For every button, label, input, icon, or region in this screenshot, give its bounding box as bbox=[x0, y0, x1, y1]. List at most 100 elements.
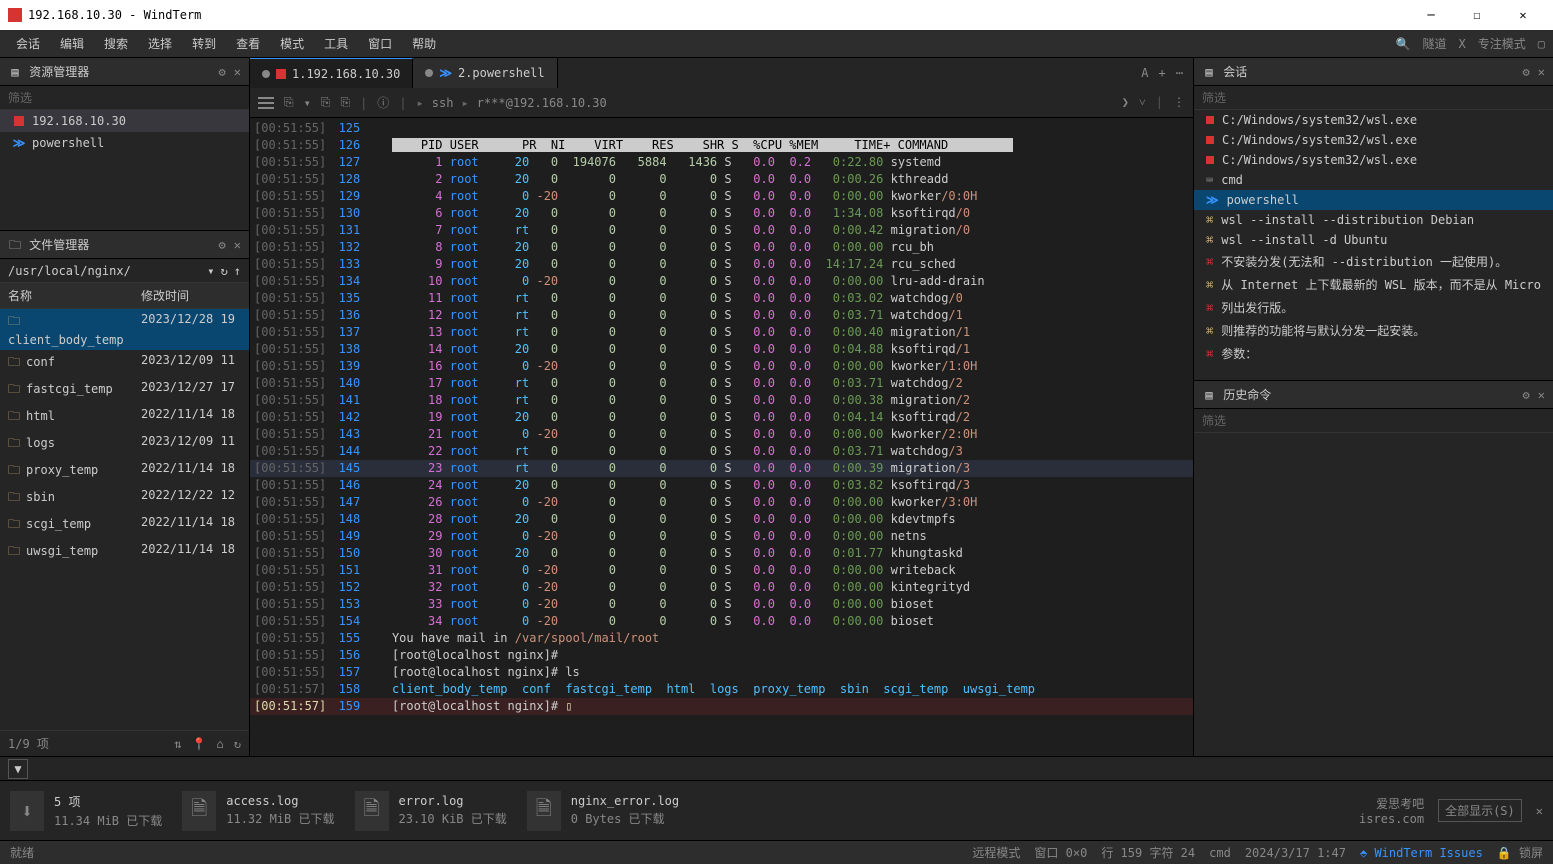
col-time[interactable]: 修改时间 bbox=[141, 287, 241, 304]
download-item[interactable]: 🗎error.log23.10 KiB 已下载 bbox=[355, 791, 507, 831]
terminal-output[interactable]: [00:51:55]125 [00:51:55]126 PID USER PR … bbox=[250, 118, 1193, 756]
pin-icon[interactable]: 📍 bbox=[192, 737, 207, 751]
session-item[interactable]: C:/Windows/system32/wsl.exe bbox=[1194, 130, 1553, 150]
status-encoding[interactable]: cmd bbox=[1209, 846, 1231, 860]
resource-filter[interactable]: 筛选 bbox=[0, 86, 249, 110]
session-item[interactable]: ⌨cmd bbox=[1194, 170, 1553, 190]
file-row[interactable]: 🗀uwsgi_temp2022/11/14 18 bbox=[0, 539, 249, 566]
folder-icon: 🗀 bbox=[8, 409, 20, 423]
session-item[interactable]: ⌘列出发行版。 bbox=[1194, 296, 1553, 319]
status-mode[interactable]: 远程模式 bbox=[972, 844, 1020, 861]
download-item[interactable]: 🗎access.log11.32 MiB 已下载 bbox=[182, 791, 334, 831]
menu-工具[interactable]: 工具 bbox=[316, 31, 356, 56]
menu-转到[interactable]: 转到 bbox=[184, 31, 224, 56]
dl-info: 11.32 MiB 已下载 bbox=[226, 810, 334, 827]
more-icon[interactable]: ⋮ bbox=[1173, 95, 1185, 110]
chevron-down-icon[interactable]: ▾ bbox=[207, 264, 214, 278]
download-icon[interactable]: ⬇ bbox=[10, 791, 44, 831]
menu-搜索[interactable]: 搜索 bbox=[96, 31, 136, 56]
site-name: 爱思考吧 bbox=[1359, 795, 1424, 812]
menu-查看[interactable]: 查看 bbox=[228, 31, 268, 56]
show-all-button[interactable]: 全部显示(S) bbox=[1438, 799, 1522, 822]
file-row[interactable]: 🗀html2022/11/14 18 bbox=[0, 404, 249, 431]
lock-button[interactable]: 🔒 锁屏 bbox=[1497, 844, 1543, 861]
chevron-down-icon[interactable]: ˅ bbox=[1139, 95, 1146, 110]
session-item[interactable]: ⌘wsl --install --distribution Debian bbox=[1194, 210, 1553, 230]
menu-帮助[interactable]: 帮助 bbox=[404, 31, 444, 56]
new-icon[interactable]: ⎘ bbox=[340, 95, 350, 110]
hamburger-icon[interactable] bbox=[258, 97, 274, 109]
maximize-button[interactable]: ☐ bbox=[1455, 0, 1499, 30]
minimize-button[interactable]: ─ bbox=[1409, 0, 1453, 30]
session-item[interactable]: ⌘则推荐的功能将与默认分发一起安装。 bbox=[1194, 319, 1553, 342]
x-menu[interactable]: X bbox=[1459, 37, 1466, 51]
menu-编辑[interactable]: 编辑 bbox=[52, 31, 92, 56]
close-downloads-icon[interactable]: ✕ bbox=[1536, 804, 1543, 818]
titlebar: 192.168.10.30 - WindTerm ─ ☐ ✕ bbox=[0, 0, 1553, 30]
info-icon[interactable]: ⓘ bbox=[377, 94, 389, 111]
session-item[interactable]: ⌘wsl --install -d Ubuntu bbox=[1194, 230, 1553, 250]
gear-icon[interactable]: ⚙ bbox=[1523, 65, 1530, 79]
sessions-filter[interactable]: 筛选 bbox=[1194, 86, 1553, 110]
focus-mode[interactable]: 专注模式 bbox=[1478, 35, 1526, 52]
tab-plus-icon[interactable]: + bbox=[1159, 66, 1166, 80]
copy-icon[interactable]: ⎘ bbox=[284, 95, 294, 110]
windterm-issues-link[interactable]: ⬘ WindTerm Issues bbox=[1360, 846, 1483, 860]
file-icon: 🗎 bbox=[527, 791, 561, 831]
sessions-icon: ▤ bbox=[1202, 65, 1216, 79]
red-dot-icon bbox=[1206, 116, 1214, 124]
breadcrumb-ssh[interactable]: ssh bbox=[432, 96, 454, 110]
next-icon[interactable]: ❯ bbox=[1122, 95, 1129, 110]
menu-选择[interactable]: 选择 bbox=[140, 31, 180, 56]
tunnel-menu[interactable]: 隧道 bbox=[1423, 35, 1447, 52]
tab-more-icon[interactable]: ⋯ bbox=[1176, 66, 1183, 80]
history-filter[interactable]: 筛选 bbox=[1194, 409, 1553, 433]
col-name[interactable]: 名称 bbox=[8, 287, 141, 304]
menu-窗口[interactable]: 窗口 bbox=[360, 31, 400, 56]
collapse-button[interactable]: ▼ bbox=[8, 759, 28, 779]
breadcrumb-host[interactable]: r***@192.168.10.30 bbox=[477, 96, 607, 110]
file-row[interactable]: 🗀sbin2022/12/22 12 bbox=[0, 485, 249, 512]
window-title: 192.168.10.30 - WindTerm bbox=[28, 8, 201, 22]
paste-icon[interactable]: ⎘ bbox=[321, 95, 331, 110]
up-icon[interactable]: ↑ bbox=[234, 264, 241, 278]
session-item[interactable]: ≫powershell bbox=[1194, 190, 1553, 210]
file-row[interactable]: 🗀scgi_temp2022/11/14 18 bbox=[0, 512, 249, 539]
menu-会话[interactable]: 会话 bbox=[8, 31, 48, 56]
session-item[interactable]: C:/Windows/system32/wsl.exe bbox=[1194, 150, 1553, 170]
close-panel-icon[interactable]: ✕ bbox=[1538, 388, 1545, 402]
session-item[interactable]: ⌘不安装分发(无法和 --distribution 一起使用)。 bbox=[1194, 250, 1553, 273]
home-icon[interactable]: ⌂ bbox=[217, 737, 224, 751]
sync-icon[interactable]: ⇅ bbox=[174, 737, 181, 751]
search-icon[interactable]: 🔍 bbox=[1396, 37, 1411, 51]
file-row[interactable]: 🗀proxy_temp2022/11/14 18 bbox=[0, 458, 249, 485]
file-row[interactable]: 🗀client_body_temp2023/12/28 19 bbox=[0, 309, 249, 350]
tab[interactable]: 1.192.168.10.30 bbox=[250, 58, 413, 88]
file-row[interactable]: 🗀conf2023/12/09 11 bbox=[0, 350, 249, 377]
tab-a-icon[interactable]: A bbox=[1141, 66, 1148, 80]
status-window[interactable]: 窗口 0×0 bbox=[1034, 844, 1087, 861]
layout-icon[interactable]: ▢ bbox=[1538, 37, 1545, 51]
session-label: 参数： bbox=[1221, 345, 1257, 362]
resource-item[interactable]: ≫powershell bbox=[0, 132, 249, 154]
gear-icon[interactable]: ⚙ bbox=[219, 238, 226, 252]
download-item[interactable]: 🗎nginx_error.log0 Bytes 已下载 bbox=[527, 791, 679, 831]
session-item[interactable]: ⌘参数： bbox=[1194, 342, 1553, 365]
tab[interactable]: ≫2.powershell bbox=[413, 58, 557, 88]
file-row[interactable]: 🗀logs2023/12/09 11 bbox=[0, 431, 249, 458]
gear-icon[interactable]: ⚙ bbox=[219, 65, 226, 79]
close-panel-icon[interactable]: ✕ bbox=[234, 65, 241, 79]
close-panel-icon[interactable]: ✕ bbox=[234, 238, 241, 252]
resource-item[interactable]: 192.168.10.30 bbox=[0, 110, 249, 132]
menu-模式[interactable]: 模式 bbox=[272, 31, 312, 56]
session-item[interactable]: C:/Windows/system32/wsl.exe bbox=[1194, 110, 1553, 130]
status-position[interactable]: 行 159 字符 24 bbox=[1101, 844, 1195, 861]
session-item[interactable]: ⌘从 Internet 上下载最新的 WSL 版本，而不是从 Micro bbox=[1194, 273, 1553, 296]
file-row[interactable]: 🗀fastcgi_temp2023/12/27 17 bbox=[0, 377, 249, 404]
refresh-icon[interactable]: ↻ bbox=[234, 737, 241, 751]
gear-icon[interactable]: ⚙ bbox=[1523, 388, 1530, 402]
close-panel-icon[interactable]: ✕ bbox=[1538, 65, 1545, 79]
close-button[interactable]: ✕ bbox=[1501, 0, 1545, 30]
path-input[interactable]: /usr/local/nginx/ bbox=[8, 264, 201, 278]
refresh-icon[interactable]: ↻ bbox=[221, 264, 228, 278]
